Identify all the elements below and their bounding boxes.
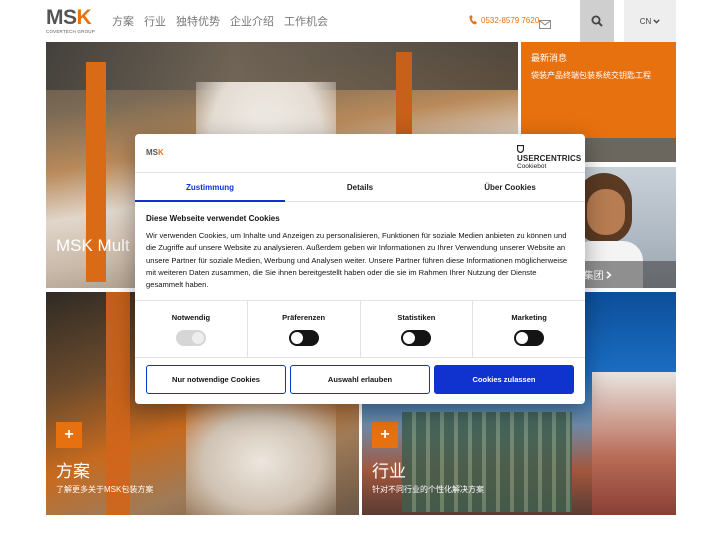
machine-image — [186, 402, 336, 515]
category-label: Notwendig — [171, 313, 211, 322]
toggle-knob — [516, 332, 529, 344]
mail-icon[interactable] — [539, 16, 551, 34]
nav-item-advantages[interactable]: 独特优势 — [176, 13, 220, 29]
cookie-consent-dialog: MSK USERCENTRICS Cookiebot Zustimmung De… — [135, 134, 585, 404]
news-tile[interactable]: 最新消息 袋装产品终端包装系统交钥匙工程 — [521, 42, 676, 138]
category-preferences: Präferenzen — [246, 301, 360, 357]
allow-selection-button[interactable]: Auswahl erlauben — [290, 365, 430, 394]
phone-number: 0532-8579 7620 — [481, 15, 540, 25]
solutions-plus-button[interactable]: + — [56, 422, 82, 448]
necessary-only-button[interactable]: Nur notwendige Cookies — [146, 365, 286, 394]
dialog-site-logo: MSK — [146, 148, 164, 157]
marketing-toggle[interactable] — [514, 330, 545, 346]
toggle-knob — [191, 332, 204, 344]
industries-subtitle: 针对不同行业的个性化解决方案 — [372, 485, 484, 494]
phone-link[interactable]: 0532-8579 7620 — [469, 15, 539, 25]
logo-tagline: COVERTECH GROUP — [46, 29, 95, 34]
cookiebot-label: Cookiebot — [517, 163, 547, 170]
consent-heading: Diese Webseite verwendet Cookies — [146, 214, 280, 223]
necessary-toggle — [175, 330, 206, 346]
nav-item-careers[interactable]: 工作机会 — [284, 13, 328, 29]
toggle-knob — [403, 332, 416, 344]
chevron-down-icon — [653, 18, 660, 24]
tab-about-cookies[interactable]: Über Cookies — [435, 173, 585, 201]
category-statistics: Statistiken — [359, 301, 473, 357]
allow-all-button[interactable]: Cookies zulassen — [434, 365, 574, 394]
chevron-right-icon — [606, 271, 613, 279]
consent-body-text: Wir verwenden Cookies, um Inhalte und An… — [146, 231, 568, 290]
statistics-toggle[interactable] — [401, 330, 432, 346]
warehouse-image — [592, 372, 676, 515]
warehouse-image — [402, 412, 572, 512]
msk-logo[interactable]: MSK COVERTECH GROUP — [46, 6, 98, 38]
solutions-title: 方案 — [56, 462, 90, 481]
news-title: 最新消息 — [531, 53, 568, 63]
category-label: Präferenzen — [282, 313, 326, 322]
tab-consent[interactable]: Zustimmung — [135, 173, 285, 202]
category-marketing: Marketing — [472, 301, 585, 357]
usercentrics-wordmark: USERCENTRICS — [516, 144, 585, 163]
logo-wordmark: MSK — [46, 6, 92, 29]
news-text: 袋装产品终端包装系统交钥匙工程 — [531, 71, 651, 80]
nav-item-company[interactable]: 企业介绍 — [230, 13, 274, 29]
solutions-subtitle: 了解更多关于MSK包装方案 — [56, 485, 154, 494]
category-label: Marketing — [511, 313, 547, 322]
category-necessary: Notwendig — [135, 301, 247, 357]
industries-plus-button[interactable]: + — [372, 422, 398, 448]
shield-icon — [516, 144, 525, 154]
toggle-knob — [290, 332, 303, 344]
search-icon — [591, 15, 603, 27]
phone-icon — [469, 15, 477, 25]
main-nav: 方案 行业 独特优势 企业介绍 工作机会 — [112, 13, 328, 29]
person-photo — [587, 189, 625, 235]
nav-item-industries[interactable]: 行业 — [144, 13, 166, 29]
tab-details[interactable]: Details — [285, 173, 435, 201]
machine-image — [106, 292, 130, 515]
search-button[interactable] — [580, 0, 614, 42]
page: MSK COVERTECH GROUP 方案 行业 独特优势 企业介绍 工作机会… — [0, 0, 720, 540]
language-label: CN — [639, 16, 652, 26]
hero-title: MSK Mult — [56, 236, 130, 255]
industries-title: 行业 — [372, 462, 406, 481]
site-header: MSK COVERTECH GROUP 方案 行业 独特优势 企业介绍 工作机会… — [0, 0, 720, 42]
preferences-toggle[interactable] — [288, 330, 319, 346]
consent-tabs: Zustimmung Details Über Cookies — [135, 172, 585, 202]
language-selector[interactable]: CN — [624, 0, 676, 42]
nav-item-solutions[interactable]: 方案 — [112, 13, 134, 29]
consent-categories: Notwendig Präferenzen Statistiken Market… — [135, 300, 585, 358]
usercentrics-logo[interactable]: USERCENTRICS Cookiebot — [516, 144, 585, 170]
category-label: Statistiken — [397, 313, 436, 322]
